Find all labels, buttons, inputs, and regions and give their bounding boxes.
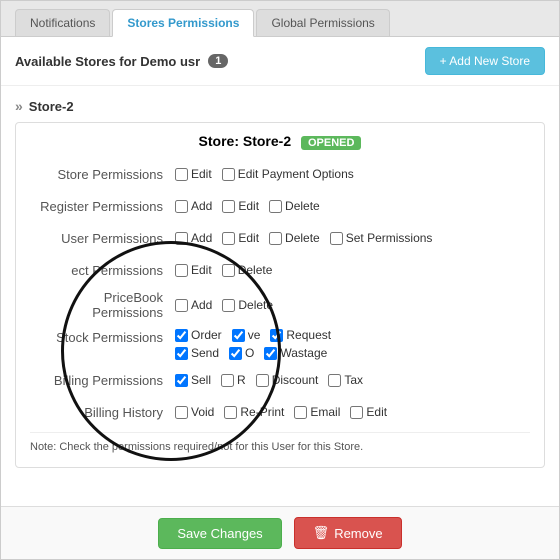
checkbox-add-register[interactable]: Add [175, 199, 212, 213]
note: Note: Check the permissions required/not… [30, 432, 530, 457]
footer: Save Changes 🗑 Remove [1, 506, 559, 559]
perm-label-store: Store Permissions [30, 167, 175, 182]
perm-label-user: User Permissions [30, 231, 175, 246]
checkbox-edit-ect[interactable]: Edit [175, 263, 212, 277]
perm-options-billing: Sell R Discount Tax [175, 373, 363, 387]
perm-row-register: Register Permissions Add Edit Delete [30, 194, 530, 218]
toolbar-left: Available Stores for Demo usr 1 [15, 54, 228, 69]
checkbox-edit-history[interactable]: Edit [350, 405, 387, 419]
store-status-badge: OPENED [301, 136, 361, 150]
tab-notifications[interactable]: Notifications [15, 9, 110, 36]
store-count-badge: 1 [208, 54, 228, 68]
perm-label-pricebook: PriceBook Permissions [30, 290, 175, 320]
store-title: Store: Store-2 OPENED [30, 133, 530, 150]
checkbox-edit-payment[interactable]: Edit Payment Options [222, 167, 354, 181]
perm-label-billing: Billing Permissions [30, 373, 175, 388]
checkbox-wastage-stock[interactable]: Wastage [264, 346, 327, 360]
perm-label-register: Register Permissions [30, 199, 175, 214]
checkbox-edit-store[interactable]: Edit [175, 167, 212, 181]
checkbox-order-stock[interactable]: Order [175, 328, 222, 342]
checkbox-send-stock[interactable]: Send [175, 346, 219, 360]
perm-label-billing-history: Billing History [30, 405, 175, 420]
save-changes-button[interactable]: Save Changes [158, 518, 281, 549]
perm-options-store: Edit Edit Payment Options [175, 167, 354, 181]
perm-options-stock-row2: Send O Wastage [175, 346, 331, 360]
checkbox-discount-billing[interactable]: Discount [256, 373, 319, 387]
checkbox-delete-user[interactable]: Delete [269, 231, 320, 245]
tab-bar: Notifications Stores Permissions Global … [1, 1, 559, 37]
perm-options-ect: Edit Delete [175, 263, 272, 277]
checkbox-add-pricebook[interactable]: Add [175, 298, 212, 312]
perm-options-pricebook: Add Delete [175, 298, 273, 312]
toolbar: Available Stores for Demo usr 1 + Add Ne… [1, 37, 559, 86]
checkbox-set-permissions-user[interactable]: Set Permissions [330, 231, 433, 245]
available-stores-label: Available Stores for Demo usr [15, 54, 200, 69]
trash-icon: 🗑 [313, 525, 330, 541]
store-arrow-icon: » [15, 98, 23, 114]
perm-row-pricebook: PriceBook Permissions Add Delete [30, 290, 530, 320]
remove-button[interactable]: 🗑 Remove [294, 517, 402, 549]
checkbox-sell-billing[interactable]: Sell [175, 373, 211, 387]
checkbox-request-stock[interactable]: Request [270, 328, 331, 342]
content-area: » Store-2 Store: Store-2 OPENED Store Pe… [1, 86, 559, 506]
checkbox-delete-ect[interactable]: Delete [222, 263, 273, 277]
perm-row-store: Store Permissions Edit Edit Payment Opti… [30, 162, 530, 186]
add-new-store-button[interactable]: + Add New Store [425, 47, 545, 75]
checkbox-receive-stock[interactable]: ve [232, 328, 261, 342]
tab-stores-permissions[interactable]: Stores Permissions [112, 9, 254, 37]
perm-label-ect: ect Permissions [30, 263, 175, 278]
checkbox-collect-stock[interactable]: O [229, 346, 254, 360]
checkbox-edit-user[interactable]: Edit [222, 231, 259, 245]
perm-row-user: User Permissions Add Edit Delete Set Per… [30, 226, 530, 250]
perm-row-stock: Stock Permissions Order ve Request Send … [30, 328, 530, 360]
store-box: Store: Store-2 OPENED Store Permissions … [15, 122, 545, 468]
perm-row-billing-history: Billing History Void Re-Print Email Edit [30, 400, 530, 424]
checkbox-r-billing[interactable]: R [221, 373, 246, 387]
store-header[interactable]: » Store-2 [15, 94, 545, 118]
perm-options-billing-history: Void Re-Print Email Edit [175, 405, 387, 419]
checkbox-add-user[interactable]: Add [175, 231, 212, 245]
checkbox-email-history[interactable]: Email [294, 405, 340, 419]
checkbox-reprint-history[interactable]: Re-Print [224, 405, 284, 419]
perm-row-ect: ect Permissions Edit Delete [30, 258, 530, 282]
perm-options-stock-row1: Order ve Request [175, 328, 331, 342]
checkbox-edit-register[interactable]: Edit [222, 199, 259, 213]
checkbox-delete-pricebook[interactable]: Delete [222, 298, 273, 312]
tab-global-permissions[interactable]: Global Permissions [256, 9, 389, 36]
perm-options-register: Add Edit Delete [175, 199, 320, 213]
perm-label-stock: Stock Permissions [30, 328, 175, 345]
store-name-label: Store-2 [29, 99, 74, 114]
checkbox-tax-billing[interactable]: Tax [328, 373, 363, 387]
perm-options-user: Add Edit Delete Set Permissions [175, 231, 432, 245]
perm-row-billing: Billing Permissions Sell R Discount Tax [30, 368, 530, 392]
checkbox-delete-register[interactable]: Delete [269, 199, 320, 213]
checkbox-void-history[interactable]: Void [175, 405, 214, 419]
